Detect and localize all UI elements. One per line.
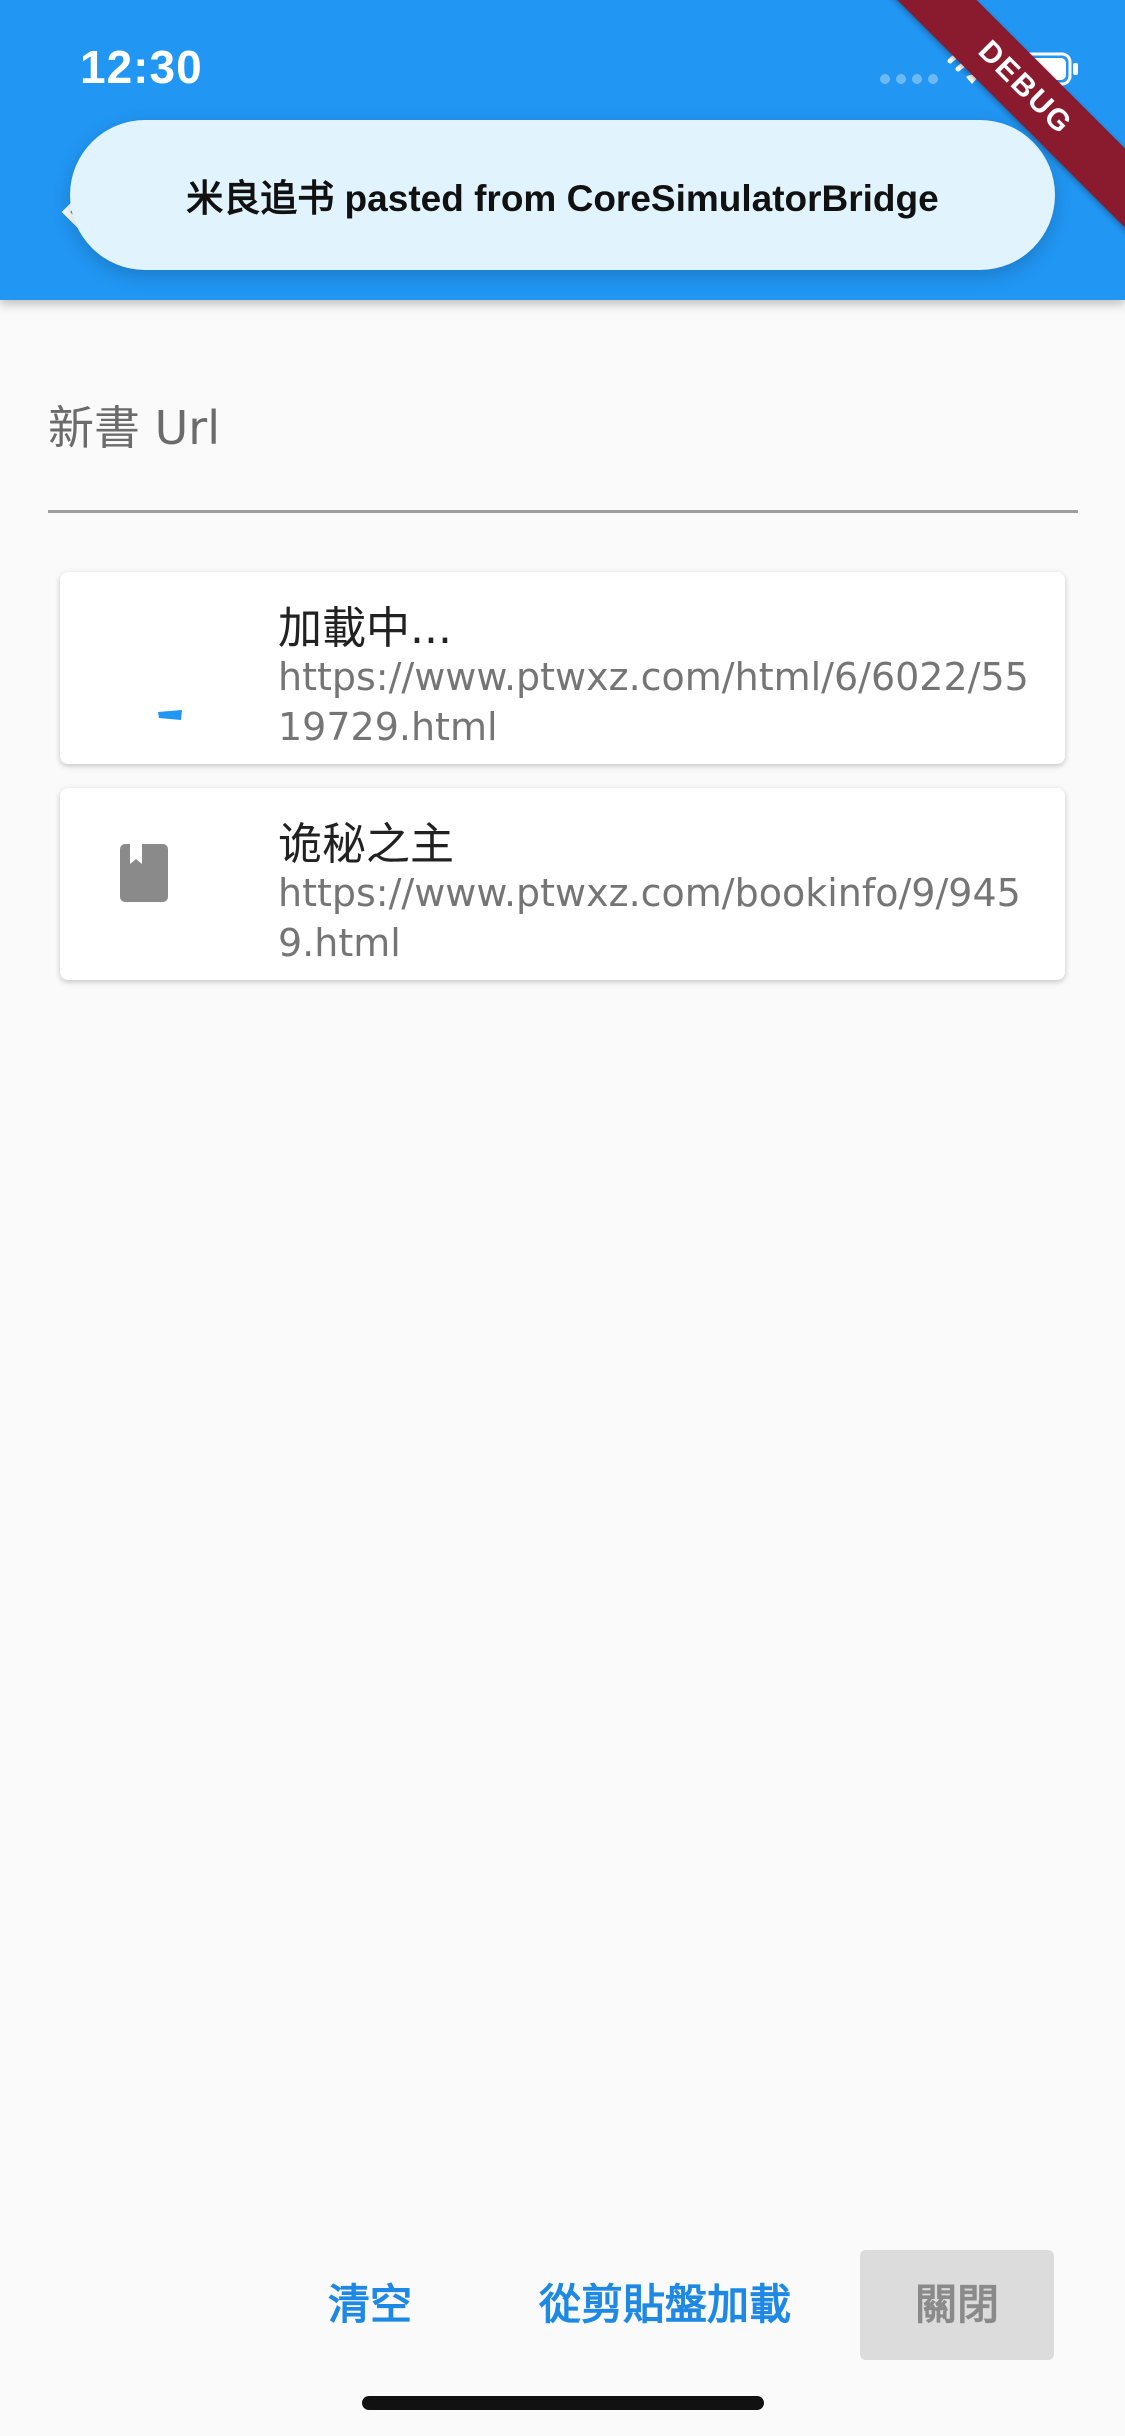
close-button[interactable]: 關閉 [860, 2250, 1054, 2360]
book-list-item[interactable]: 诡秘之主 https://www.ptwxz.com/bookinfo/9/94… [60, 788, 1065, 980]
home-indicator[interactable] [362, 2396, 764, 2410]
status-time: 12:30 [80, 41, 203, 93]
new-book-url-input[interactable]: 新書 Url [48, 392, 220, 458]
url-input-underline [48, 510, 1078, 513]
book-url: https://www.ptwxz.com/bookinfo/9/9459.ht… [278, 871, 1021, 965]
clear-button[interactable]: 清空 [300, 2250, 440, 2360]
book-title: 加載中... [278, 603, 452, 654]
action-bar: 清空 從剪貼盤加載 關閉 [0, 2250, 1125, 2360]
paste-notification-banner: 米良追书 pasted from CoreSimulatorBridge [70, 120, 1055, 270]
book-title: 诡秘之主 [278, 819, 454, 870]
book-url: https://www.ptwxz.com/html/6/6022/551972… [278, 655, 1029, 749]
load-from-clipboard-button[interactable]: 從剪貼盤加載 [520, 2250, 810, 2360]
book-icon [120, 844, 168, 902]
book-list-item[interactable]: 加載中... https://www.ptwxz.com/html/6/6022… [60, 572, 1065, 764]
signal-icon [880, 74, 938, 84]
loading-spinner-icon [158, 710, 182, 720]
